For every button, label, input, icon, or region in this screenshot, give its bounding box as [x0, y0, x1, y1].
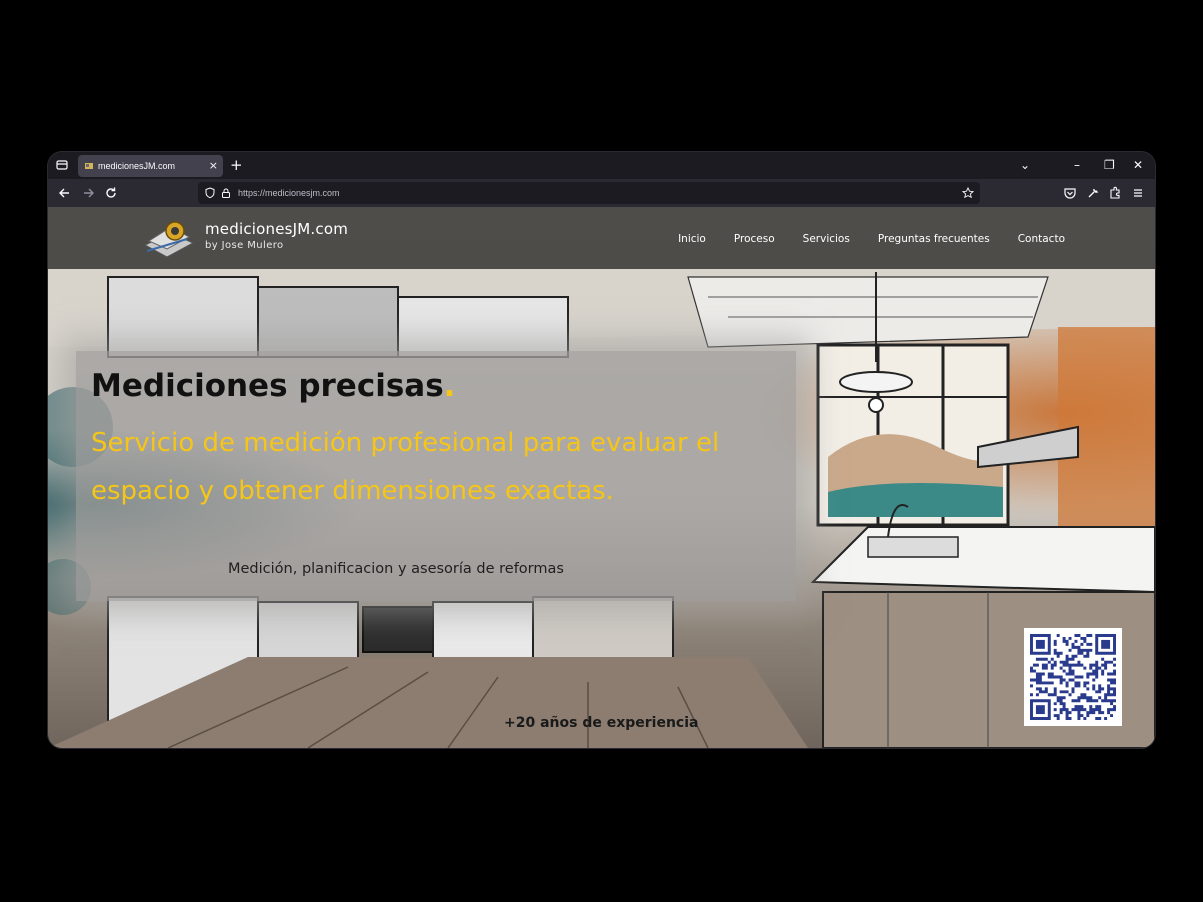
- tab-title: medicionesJM.com: [98, 161, 176, 171]
- forward-icon[interactable]: [79, 184, 97, 202]
- tab-overflow-icon[interactable]: ⌄: [1020, 155, 1030, 175]
- restore-button[interactable]: ❐: [1104, 155, 1115, 175]
- pocket-icon[interactable]: [1061, 184, 1079, 202]
- tab-list-icon[interactable]: [55, 158, 69, 172]
- extensions-icon[interactable]: [1106, 184, 1124, 202]
- site-favicon-icon: [85, 163, 93, 169]
- browser-window: medicionesJM.com × + ⌄ – ❐ ✕ https://med…: [48, 152, 1155, 748]
- menu-icon[interactable]: [1129, 184, 1147, 202]
- reload-icon[interactable]: [102, 184, 120, 202]
- logo-subtitle: by Jose Mulero: [205, 240, 284, 251]
- close-window-button[interactable]: ✕: [1133, 155, 1143, 175]
- page-viewport: medicionesJM.com by Jose Mulero Inicio P…: [48, 207, 1155, 748]
- bookmark-star-icon[interactable]: [962, 187, 974, 199]
- logo-title[interactable]: medicionesJM.com: [205, 220, 348, 238]
- back-icon[interactable]: [56, 184, 74, 202]
- hero-title-dot: .: [443, 368, 456, 404]
- tab-active[interactable]: medicionesJM.com ×: [78, 155, 223, 177]
- lock-icon[interactable]: [220, 187, 232, 199]
- tab-close-icon[interactable]: ×: [209, 158, 218, 174]
- navigation-bar: https://medicionesjm.com: [48, 179, 1155, 207]
- url-text[interactable]: https://medicionesjm.com: [238, 186, 340, 200]
- wrench-icon[interactable]: [1084, 184, 1102, 202]
- main-menu: Inicio Proceso Servicios Preguntas frecu…: [678, 231, 1065, 247]
- qr-code-icon: [1030, 634, 1116, 720]
- minimize-button[interactable]: –: [1074, 155, 1080, 175]
- new-tab-button[interactable]: +: [230, 155, 243, 175]
- shield-icon[interactable]: [204, 187, 216, 199]
- qr-code[interactable]: [1024, 628, 1122, 726]
- menu-item-inicio[interactable]: Inicio: [678, 231, 706, 247]
- menu-item-preguntas-frecuentes[interactable]: Preguntas frecuentes: [878, 231, 990, 247]
- site-header: medicionesJM.com by Jose Mulero Inicio P…: [48, 207, 1155, 269]
- menu-item-contacto[interactable]: Contacto: [1018, 231, 1065, 247]
- url-bar[interactable]: https://medicionesjm.com: [198, 182, 980, 204]
- hero-title: Mediciones precisas.: [91, 367, 455, 405]
- hero-tagline: Medición, planificacion y asesoría de re…: [228, 561, 564, 577]
- tab-strip: medicionesJM.com × + ⌄ – ❐ ✕: [48, 152, 1155, 179]
- menu-item-servicios[interactable]: Servicios: [803, 231, 850, 247]
- menu-item-proceso[interactable]: Proceso: [734, 231, 775, 247]
- experience-text: +20 años de experiencia: [504, 715, 699, 731]
- logo-icon[interactable]: [141, 215, 197, 263]
- hero-title-text: Mediciones precisas: [91, 368, 444, 404]
- hero-subtitle: Servicio de medición profesional para ev…: [91, 428, 720, 506]
- hero-box: Mediciones precisas. Servicio de medició…: [76, 351, 796, 601]
